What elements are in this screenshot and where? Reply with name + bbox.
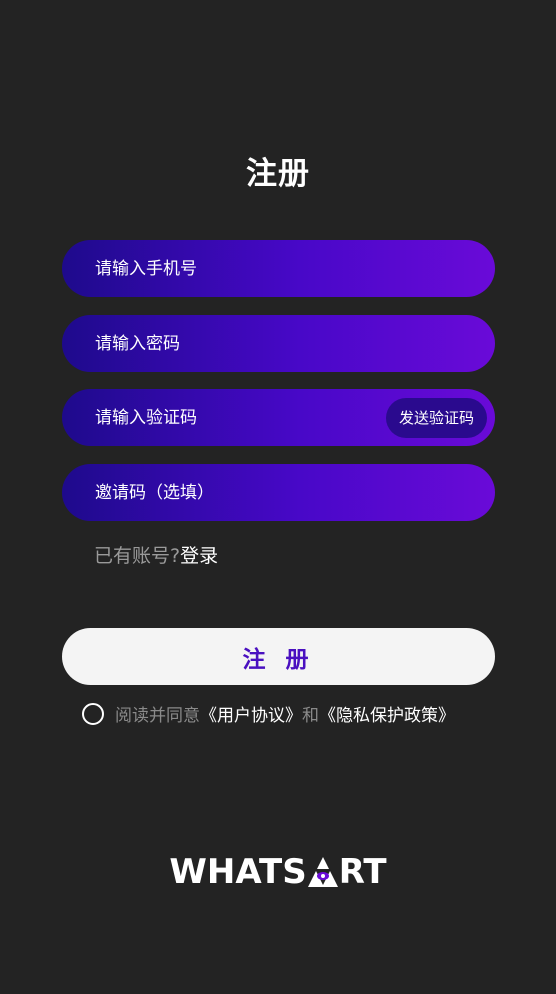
invite-code-input[interactable]: [95, 464, 487, 521]
triangle-eye-icon: [307, 855, 339, 889]
agreement-row: 阅读并同意 《用户协议》 和 《隐私保护政策》: [82, 701, 455, 726]
login-row: 已有账号? 登录: [94, 541, 218, 568]
verification-code-input[interactable]: [95, 389, 386, 446]
register-screen: 注册 发送验证码 已有账号? 登录 注 册 阅读并同意 《用户协议》 和 《隐私…: [0, 0, 556, 994]
phone-input[interactable]: [95, 240, 487, 297]
brand-text-left: WHATS: [169, 852, 307, 892]
page-title: 注册: [246, 156, 310, 192]
password-field-container: [62, 315, 495, 372]
user-agreement-link[interactable]: 《用户协议》: [200, 701, 302, 726]
agreement-prefix: 阅读并同意: [115, 706, 200, 726]
privacy-policy-link[interactable]: 《隐私保护政策》: [319, 701, 455, 726]
agree-radio[interactable]: [82, 702, 104, 725]
agreement-conjunction: 和: [302, 706, 319, 726]
phone-field-container: [62, 240, 495, 297]
login-hint: 已有账号?: [94, 545, 181, 567]
code-field-container: 发送验证码: [62, 389, 495, 446]
password-input[interactable]: [95, 315, 487, 372]
brand-logo: WHATS RT: [0, 852, 556, 892]
brand-text-right: RT: [338, 852, 387, 892]
register-button[interactable]: 注 册: [62, 628, 495, 685]
login-link[interactable]: 登录: [180, 541, 218, 568]
send-code-button[interactable]: 发送验证码: [385, 397, 487, 438]
invite-field-container: [62, 464, 495, 521]
